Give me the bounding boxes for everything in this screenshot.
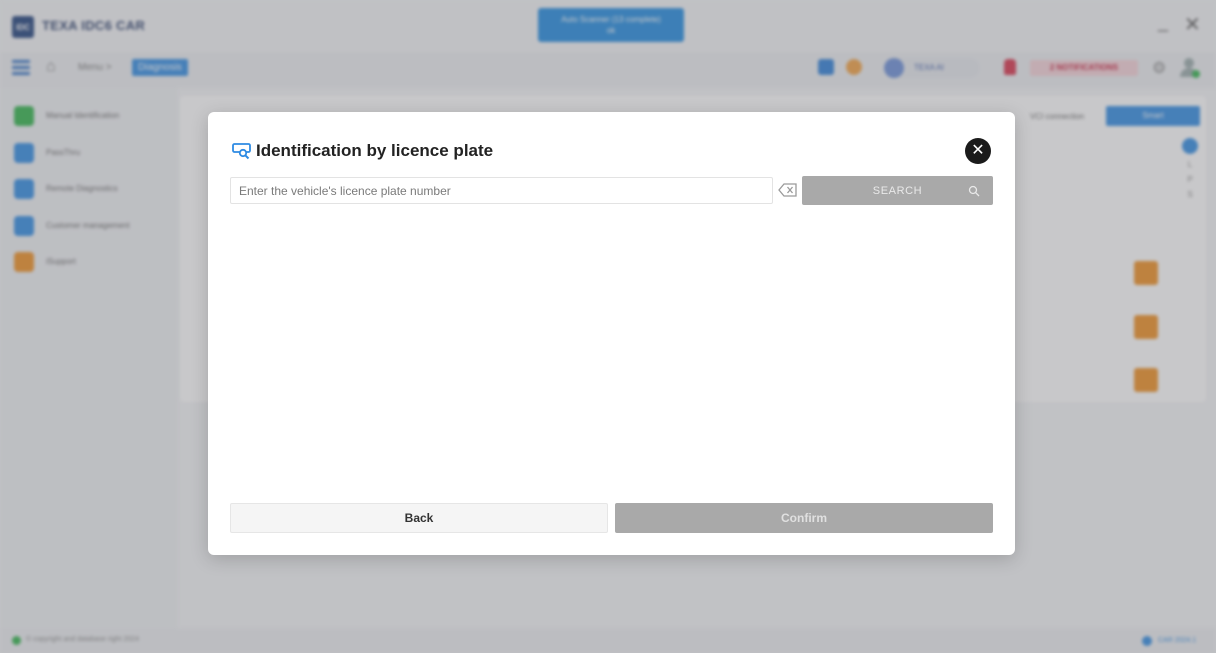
clear-input-icon[interactable] xyxy=(778,182,798,198)
back-button[interactable]: Back xyxy=(230,503,608,533)
search-button[interactable]: SEARCH xyxy=(802,176,993,205)
license-plate-search-icon xyxy=(232,143,251,160)
confirm-button[interactable]: Confirm xyxy=(615,503,993,533)
licence-plate-input[interactable] xyxy=(230,177,773,204)
licence-plate-dialog: Identification by licence plate ✕ SEARCH… xyxy=(208,112,1015,555)
search-icon xyxy=(968,185,980,197)
search-button-label: SEARCH xyxy=(872,185,923,197)
close-dialog-button[interactable]: ✕ xyxy=(965,138,991,164)
dialog-title: Identification by licence plate xyxy=(256,141,494,160)
